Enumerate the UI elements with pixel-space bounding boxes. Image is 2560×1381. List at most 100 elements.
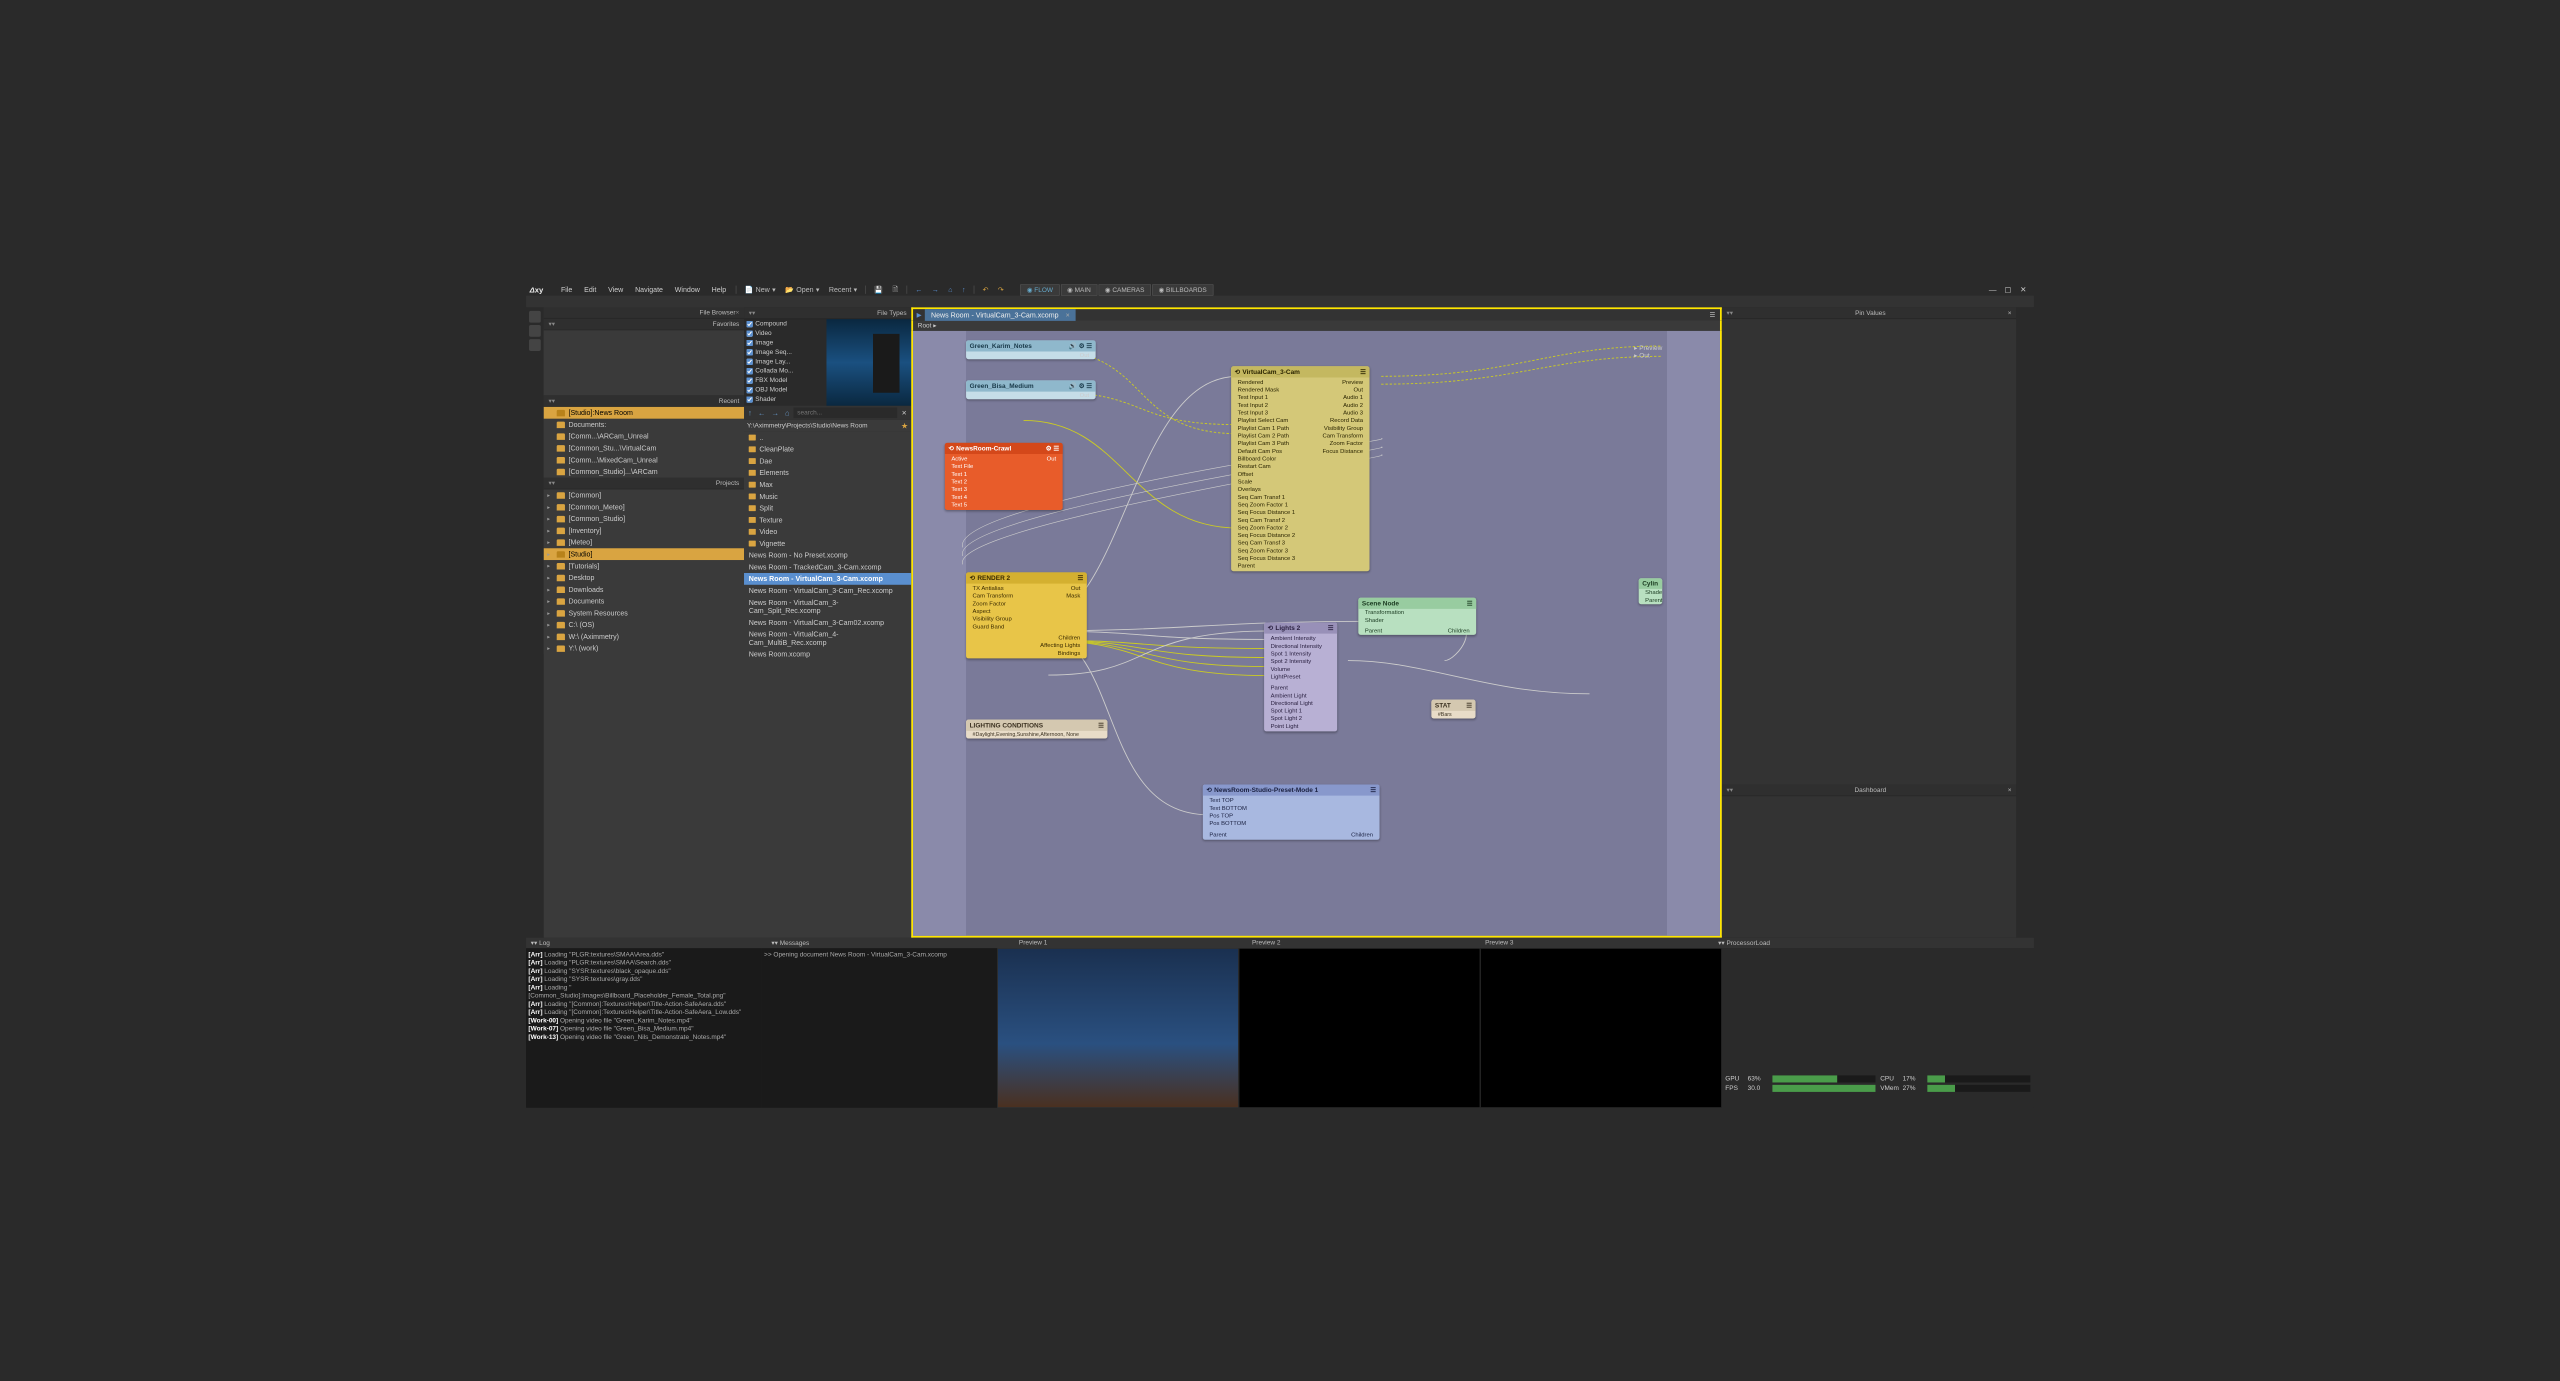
filetype-item[interactable]: FBX Model (744, 376, 826, 385)
project-item[interactable]: ▸[Studio] (544, 548, 744, 560)
filetype-item[interactable]: Video (744, 329, 826, 338)
project-item[interactable]: ▸Documents (544, 595, 744, 607)
node-cylin[interactable]: Cylin Shader Parent (1639, 578, 1663, 604)
win-max-icon[interactable]: ▢ (2001, 285, 2015, 294)
recent-item[interactable]: [Common_Stu...\VirtualCam (544, 442, 744, 454)
file-item[interactable]: News Room - TrackedCam_3-Cam.xcomp (744, 561, 911, 573)
project-item[interactable]: ▸[Meteo] (544, 536, 744, 548)
tab-messages[interactable]: ▾▾ Messages (767, 938, 814, 948)
tab-preview1[interactable]: Preview 1 (1014, 938, 1052, 947)
filetype-item[interactable]: Compound (744, 319, 826, 328)
nav-home-icon-2[interactable]: ⌂ (783, 408, 791, 417)
document-tab[interactable]: News Room - VirtualCam_3-Cam.xcomp× (925, 309, 1076, 321)
nav-fwd-icon[interactable]: → (927, 286, 943, 294)
filetype-item[interactable]: Image (744, 338, 826, 347)
file-item[interactable]: News Room.xcomp (744, 648, 911, 660)
favorite-star-icon[interactable]: ★ (901, 421, 908, 431)
file-item[interactable]: News Room - VirtualCam_3-Cam.xcomp (744, 573, 911, 585)
tab-preview2[interactable]: Preview 2 (1247, 938, 1285, 947)
btn-new[interactable]: 📄 New ▾ (740, 286, 781, 294)
recent-item[interactable]: [Common_Studio]...\ARCam (544, 466, 744, 478)
search-input[interactable] (794, 407, 897, 418)
recent-item[interactable]: Documents: (544, 419, 744, 431)
node-preset-mode[interactable]: ⟲ NewsRoom-Studio-Preset-Mode 1☰ Text TO… (1203, 784, 1380, 839)
nav-home-icon[interactable]: ⌂ (944, 286, 958, 294)
recent-item[interactable]: [Comm...\MixedCam_Unreal (544, 454, 744, 466)
node-stat[interactable]: STAT☰ #Bars (1431, 700, 1475, 719)
project-item[interactable]: ▸System Resources (544, 607, 744, 619)
file-item[interactable]: News Room - VirtualCam_3-Cam_Split_Rec.x… (744, 597, 911, 617)
project-item[interactable]: ▸C:\ (OS) (544, 619, 744, 631)
tab-procload[interactable]: ▾▾ ProcessorLoad (1713, 938, 1774, 948)
preview-2[interactable] (1239, 948, 1480, 1108)
redo-icon[interactable]: ↷ (993, 286, 1008, 294)
project-item[interactable]: ▸Downloads (544, 584, 744, 596)
nav-up-icon-2[interactable]: ↑ (746, 408, 753, 417)
mode-flow[interactable]: ◉ FLOW (1020, 284, 1059, 295)
project-item[interactable]: ▸[Common_Studio] (544, 513, 744, 525)
file-item[interactable]: Max (744, 479, 911, 491)
file-item[interactable]: Music (744, 491, 911, 503)
filetype-checkbox[interactable] (746, 387, 752, 393)
node-green-karim[interactable]: Green_Karim_Notes🔊 ⚙ ☰ Out (966, 340, 1096, 359)
file-item[interactable]: Video (744, 526, 911, 538)
filetype-checkbox[interactable] (746, 377, 752, 383)
dock-icon-2[interactable] (529, 325, 541, 337)
breadcrumb-root[interactable]: Root (918, 322, 932, 329)
file-item[interactable]: Texture (744, 514, 911, 526)
undo-icon[interactable]: ↶ (978, 286, 993, 294)
nav-up-icon[interactable]: ↑ (957, 286, 970, 294)
preview-3[interactable] (1480, 948, 1721, 1108)
tab-preview3[interactable]: Preview 3 (1480, 938, 1518, 947)
file-item[interactable]: .. (744, 432, 911, 444)
node-lights2[interactable]: ⟲ Lights 2☰ Ambient IntensityDirectional… (1264, 622, 1337, 731)
filetype-checkbox[interactable] (746, 339, 752, 345)
nav-back-icon-2[interactable]: ← (756, 408, 767, 417)
canvas-menu-icon[interactable]: ☰ (1705, 311, 1720, 319)
file-item[interactable]: News Room - VirtualCam_4-Cam_MultiB_Rec.… (744, 628, 911, 648)
btn-open[interactable]: 📂 Open ▾ (780, 286, 824, 294)
node-newsroom-crawl[interactable]: ⟲ NewsRoom-Crawl⚙ ☰ ActiveOutText FileTe… (945, 443, 1063, 510)
nav-back-icon[interactable]: ← (911, 286, 927, 294)
menu-window[interactable]: Window (669, 286, 706, 294)
project-item[interactable]: ▸[Inventory] (544, 525, 744, 537)
nav-fwd-icon-2[interactable]: → (770, 408, 781, 417)
project-item[interactable]: ▸W:\ (Aximmetry) (544, 631, 744, 643)
mode-billboards[interactable]: ◉ BILLBOARDS (1152, 284, 1213, 295)
filetype-item[interactable]: Shader (744, 395, 826, 404)
tab-nav-icon[interactable]: ▶ (913, 311, 925, 319)
project-item[interactable]: ▸[Common] (544, 489, 744, 501)
file-item[interactable]: Split (744, 502, 911, 514)
project-item[interactable]: ▸[Tutorials] (544, 560, 744, 572)
filetype-checkbox[interactable] (746, 368, 752, 374)
node-render2[interactable]: ⟲ RENDER 2☰ TX AntialiasOutCam Transform… (966, 572, 1087, 658)
filetype-checkbox[interactable] (746, 358, 752, 364)
file-item[interactable]: News Room - VirtualCam_3-Cam02.xcomp (744, 617, 911, 629)
win-min-icon[interactable]: — (1986, 285, 2000, 294)
file-item[interactable]: CleanPlate (744, 443, 911, 455)
tab-log[interactable]: ▾▾ Log (526, 938, 555, 948)
node-lighting-cond[interactable]: LIGHTING CONDITIONS☰ #Daylight,Evening,S… (966, 720, 1107, 739)
menu-edit[interactable]: Edit (578, 286, 602, 294)
filetype-checkbox[interactable] (746, 396, 752, 402)
filetype-checkbox[interactable] (746, 330, 752, 336)
btn-saveall-icon[interactable]: 🗎 (888, 284, 903, 296)
file-item[interactable]: Elements (744, 467, 911, 479)
filetype-checkbox[interactable] (746, 321, 752, 327)
dock-icon-3[interactable] (529, 339, 541, 351)
dock-icon-1[interactable] (529, 311, 541, 323)
project-item[interactable]: ▸Y:\ (work) (544, 642, 744, 654)
tab-close-icon[interactable]: × (1066, 311, 1070, 319)
node-scene[interactable]: Scene Node☰ Transformation Shader Parent… (1358, 598, 1476, 635)
file-item[interactable]: Dae (744, 455, 911, 467)
project-item[interactable]: ▸[Common_Meteo] (544, 501, 744, 513)
menu-help[interactable]: Help (706, 286, 732, 294)
recent-item[interactable]: [Comm...\ARCam_Unreal (544, 430, 744, 442)
project-item[interactable]: ▸Desktop (544, 572, 744, 584)
mode-cameras[interactable]: ◉ CAMERAS (1098, 284, 1150, 295)
filetype-item[interactable]: Image Lay... (744, 357, 826, 366)
node-green-bisa[interactable]: Green_Bisa_Medium🔊 ⚙ ☰ Out (966, 380, 1096, 399)
node-virtualcam[interactable]: ⟲ VirtualCam_3-Cam☰ RenderedPreviewRende… (1231, 366, 1369, 571)
filetype-item[interactable]: OBJ Model (744, 385, 826, 394)
menu-navigate[interactable]: Navigate (629, 286, 669, 294)
